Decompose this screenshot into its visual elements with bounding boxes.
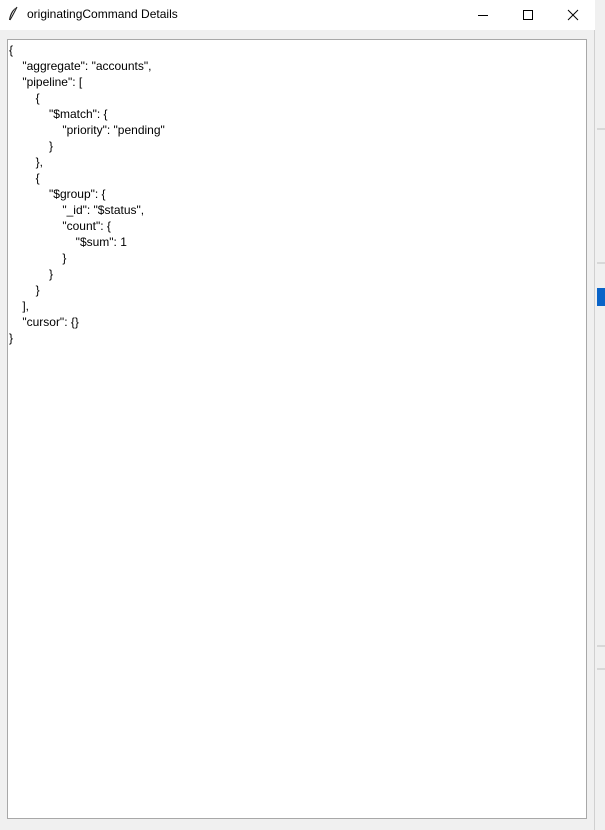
code-line: } [9, 267, 54, 281]
code-line: "count": { [9, 219, 111, 233]
code-line: "_id": "$status", [9, 203, 145, 217]
code-line: } [9, 139, 54, 153]
window-title: originatingCommand Details [27, 7, 178, 21]
feather-icon [9, 6, 18, 21]
close-button[interactable] [550, 0, 595, 30]
code-line: }, [9, 155, 44, 169]
code-line: ], [9, 299, 30, 313]
code-line: "cursor": {} [9, 315, 79, 329]
command-text-area[interactable]: { "aggregate": "accounts", "pipeline": [… [7, 39, 587, 819]
background-window-edge [597, 128, 605, 130]
title-bar[interactable]: originatingCommand Details [0, 0, 595, 30]
code-line: { [9, 171, 40, 185]
command-json-text: { "aggregate": "accounts", "pipeline": [… [9, 42, 165, 346]
background-selection-highlight [597, 288, 605, 306]
code-line: "$match": { [9, 107, 108, 121]
background-window-divider-bottom [597, 668, 605, 670]
minimize-button[interactable] [460, 0, 505, 30]
code-line: "pipeline": [ [9, 75, 83, 89]
code-line: { [9, 43, 14, 57]
details-window: originatingCommand Details { "aggregate"… [0, 0, 595, 830]
background-window-divider [597, 262, 605, 264]
code-line: } [9, 331, 14, 345]
code-line: } [9, 251, 67, 265]
maximize-icon [522, 10, 533, 20]
maximize-button[interactable] [505, 0, 550, 30]
close-icon [567, 9, 578, 21]
code-line: } [9, 283, 40, 297]
code-line: { [9, 91, 40, 105]
code-line: "priority": "pending" [9, 123, 165, 137]
background-window-divider-lower [597, 645, 605, 647]
code-line: "$sum": 1 [9, 235, 127, 249]
code-line: "$group": { [9, 187, 106, 201]
minimize-icon [477, 15, 488, 16]
code-line: "aggregate": "accounts", [9, 59, 152, 73]
